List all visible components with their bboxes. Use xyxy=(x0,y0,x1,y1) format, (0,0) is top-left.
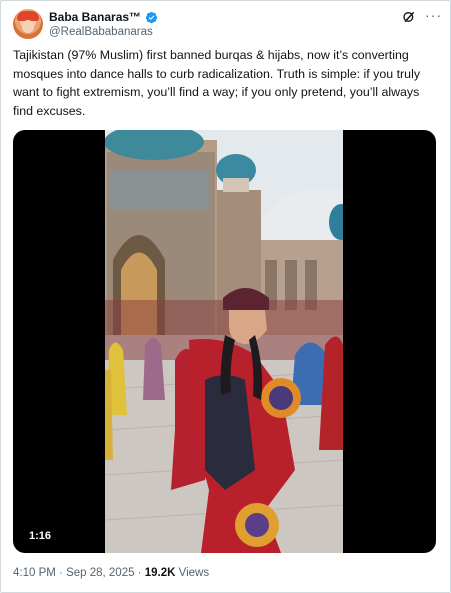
tweet-card[interactable]: Baba Banaras™ @RealBababanaras ··· Tajik… xyxy=(0,0,451,593)
video-duration: 1:16 xyxy=(29,530,52,542)
views-label: Views xyxy=(175,567,210,579)
meta-separator: · xyxy=(55,567,67,579)
meta-separator: · xyxy=(134,567,145,579)
author-handle[interactable]: @RealBababanaras xyxy=(49,26,153,38)
avatar-face xyxy=(22,20,34,33)
tweet-text: Tajikistan (97% Muslim) first banned bur… xyxy=(13,48,421,118)
video-frame-scene xyxy=(105,130,343,553)
author-name[interactable]: Baba Banaras™ xyxy=(49,10,141,24)
verified-badge-icon xyxy=(145,11,158,23)
grok-icon[interactable] xyxy=(401,9,417,25)
tweet-time[interactable]: 4:10 PM xyxy=(13,567,56,579)
tweet-date[interactable]: Sep 28, 2025 xyxy=(66,567,134,579)
views-count[interactable]: 19.2K xyxy=(145,567,176,579)
tweet-meta: 4:10 PM · Sep 28, 2025 · 19.2K Views xyxy=(13,567,209,579)
author-name-row[interactable]: Baba Banaras™ xyxy=(49,10,158,24)
more-options-icon[interactable]: ··· xyxy=(425,7,442,23)
avatar[interactable] xyxy=(13,9,43,39)
video-frame[interactable] xyxy=(105,130,343,553)
video-player[interactable]: 1:16 xyxy=(13,130,436,553)
